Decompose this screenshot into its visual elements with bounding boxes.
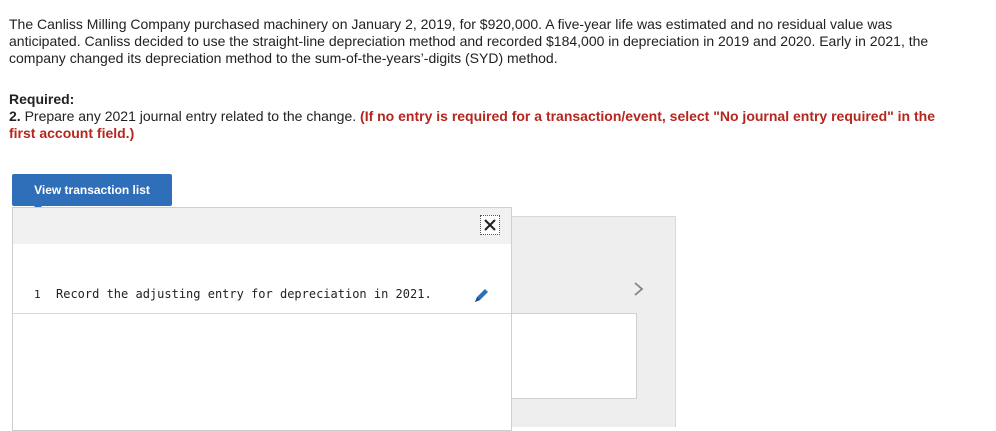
transaction-list-header [13,208,511,244]
required-heading: Required: [9,91,75,107]
transaction-number: 1 [34,288,41,301]
transaction-row[interactable]: 1 Record the adjusting entry for depreci… [13,280,511,314]
chevron-right-icon [634,282,644,296]
close-button[interactable] [480,215,500,235]
question-prompt: Prepare any 2021 journal entry related t… [20,108,361,124]
problem-statement: The Canliss Milling Company purchased ma… [9,16,929,66]
close-icon [484,219,496,231]
transaction-description: Record the adjusting entry for depreciat… [56,287,432,301]
entry-worksheet-area [511,313,637,399]
edit-transaction-button[interactable] [470,285,492,307]
transaction-list-panel: 1 Record the adjusting entry for depreci… [12,207,512,431]
question-text: 2. Prepare any 2021 journal entry relate… [9,108,949,142]
next-chevron-button[interactable] [628,279,650,299]
question-number: 2. [9,108,21,124]
pencil-icon [475,289,488,302]
view-transaction-list-button[interactable]: View transaction list [12,174,172,206]
